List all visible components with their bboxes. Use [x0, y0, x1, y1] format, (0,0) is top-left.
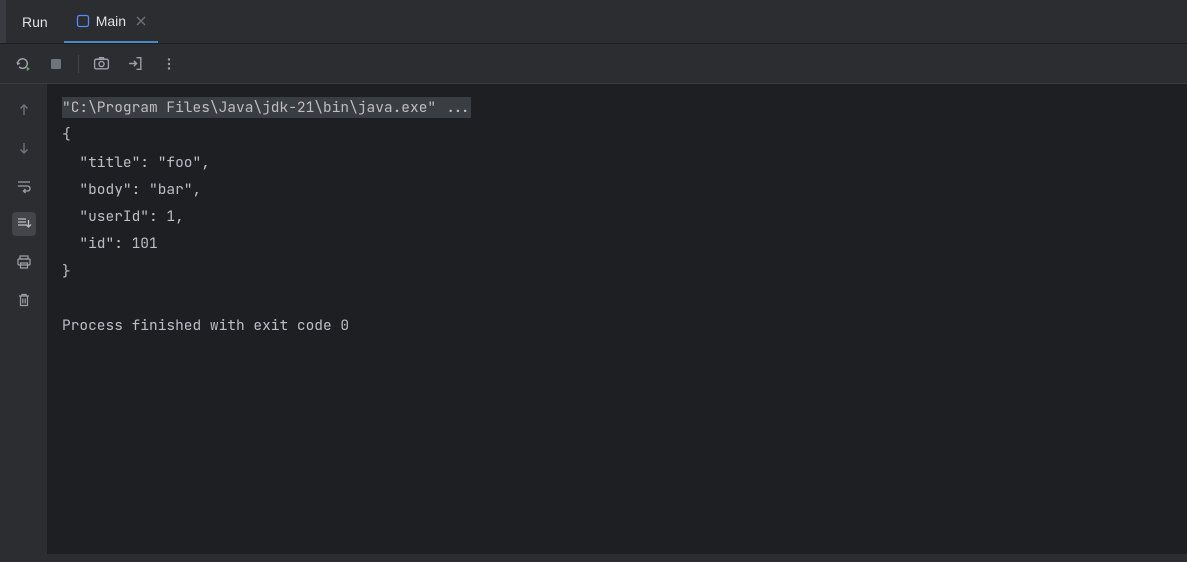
toolbar — [0, 44, 1187, 84]
run-config-icon — [76, 14, 90, 28]
soft-wrap-icon[interactable] — [12, 174, 36, 198]
console-output[interactable]: "C:\Program Files\Java\jdk-21\bin\java.e… — [48, 84, 1187, 554]
output-line: } — [62, 262, 71, 281]
output-line: "userId": 1, — [62, 207, 184, 226]
arrow-up-icon[interactable] — [12, 98, 36, 122]
output-line: "body": "bar", — [62, 180, 201, 199]
print-icon[interactable] — [12, 250, 36, 274]
scroll-to-end-icon[interactable] — [12, 212, 36, 236]
exit-icon[interactable] — [125, 54, 145, 74]
tool-window-title: Run — [6, 14, 64, 30]
bottom-bar — [0, 554, 1187, 562]
gutter — [0, 84, 48, 554]
trash-icon[interactable] — [12, 288, 36, 312]
stop-button[interactable] — [46, 54, 66, 74]
tab-main[interactable]: Main — [64, 0, 158, 43]
output-line: "id": 101 — [62, 234, 158, 253]
tab-label: Main — [96, 13, 126, 29]
rerun-button[interactable] — [12, 54, 32, 74]
output-line: { — [62, 125, 71, 144]
command-line: "C:\Program Files\Java\jdk-21\bin\java.e… — [62, 97, 471, 118]
body-area: "C:\Program Files\Java\jdk-21\bin\java.e… — [0, 84, 1187, 554]
camera-icon[interactable] — [91, 54, 111, 74]
tab-bar: Run Main — [0, 0, 1187, 44]
toolbar-separator — [78, 55, 79, 73]
output-line: Process finished with exit code 0 — [62, 316, 349, 335]
arrow-down-icon[interactable] — [12, 136, 36, 160]
more-icon[interactable] — [159, 54, 179, 74]
output-line: "title": "foo", — [62, 153, 210, 172]
close-icon[interactable] — [136, 13, 146, 29]
